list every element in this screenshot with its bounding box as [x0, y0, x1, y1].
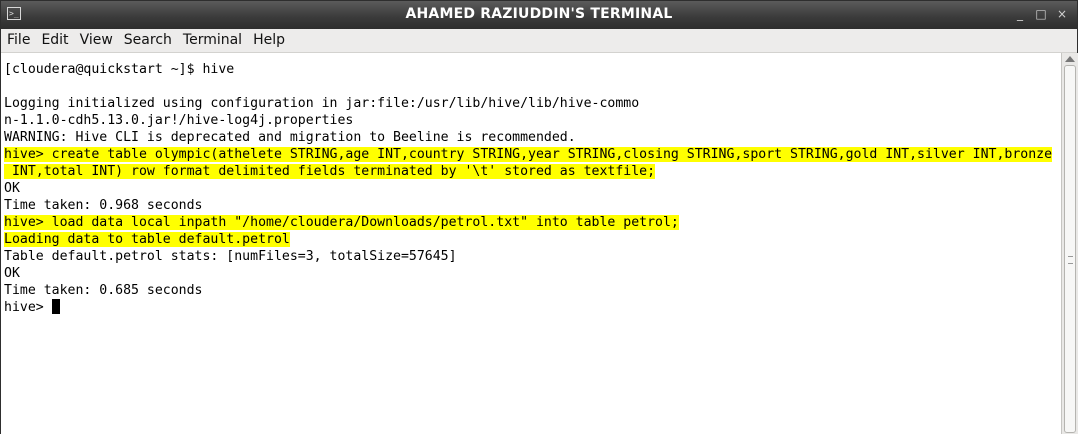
terminal-text: Logging initialized using configuration … [4, 96, 640, 111]
terminal-line: OK [4, 265, 20, 282]
terminal-line: Table default.petrol stats: [numFiles=3,… [4, 248, 457, 265]
menu-file[interactable]: File [1, 29, 35, 50]
terminal-line: [cloudera@quickstart ~]$ hive [4, 61, 234, 78]
menu-view[interactable]: View [74, 29, 118, 50]
terminal-line: INT,total INT) row format delimited fiel… [4, 163, 656, 180]
terminal-text: n-1.1.0-cdh5.13.0.jar!/hive-log4j.proper… [4, 113, 354, 128]
terminal-line: hive> [4, 299, 60, 316]
terminal-output[interactable]: [cloudera@quickstart ~]$ hive Logging ini… [1, 53, 1061, 435]
terminal-text: hive> [4, 300, 52, 315]
scrollbar-thumb[interactable] [1064, 65, 1076, 433]
highlighted-text: INT,total INT) row format delimited fiel… [4, 164, 656, 179]
terminal-line: n-1.1.0-cdh5.13.0.jar!/hive-log4j.proper… [4, 112, 353, 129]
terminal-line: WARNING: Hive CLI is deprecated and migr… [4, 129, 576, 146]
menu-terminal[interactable]: Terminal [177, 29, 247, 50]
terminal-line: OK [4, 180, 20, 197]
terminal-text: Table default.petrol stats: [numFiles=3,… [4, 249, 457, 264]
close-button[interactable]: × [1053, 5, 1071, 23]
terminal-window: >_ AHAMED RAZIUDDIN'S TERMINAL _ □ × Fil… [0, 0, 1078, 435]
terminal-text: [cloudera@quickstart ~]$ hive [4, 62, 235, 77]
window-title: AHAMED RAZIUDDIN'S TERMINAL [405, 6, 673, 22]
terminal-line: Loading data to table default.petrol [4, 231, 290, 248]
terminal-line: Logging initialized using configuration … [4, 95, 639, 112]
grip-icon [1068, 256, 1073, 264]
terminal-text: OK [4, 181, 20, 196]
terminal-text: WARNING: Hive CLI is deprecated and migr… [4, 130, 576, 145]
terminal-text: Time taken: 0.968 seconds [4, 198, 203, 213]
minimize-button[interactable]: _ [1011, 5, 1029, 23]
menu-search[interactable]: Search [118, 29, 177, 50]
terminal-text: Time taken: 0.685 seconds [4, 283, 203, 298]
highlighted-text: Loading data to table default.petrol [4, 232, 290, 247]
vertical-scrollbar[interactable] [1061, 53, 1078, 434]
terminal-line: hive> create table olympic(athelete STRI… [4, 146, 1053, 163]
highlighted-text: hive> load data local inpath "/home/clou… [4, 215, 679, 230]
text-cursor [51, 299, 60, 314]
terminal-line: Time taken: 0.685 seconds [4, 282, 203, 299]
highlighted-text: hive> create table olympic(athelete STRI… [4, 147, 1053, 162]
terminal-line: hive> load data local inpath "/home/clou… [4, 214, 679, 231]
scroll-up-arrow-icon[interactable] [1065, 56, 1075, 62]
terminal-text: OK [4, 266, 20, 281]
menu-bar: File Edit View Search Terminal Help [1, 29, 1077, 53]
menu-help[interactable]: Help [247, 29, 290, 50]
maximize-button[interactable]: □ [1032, 5, 1050, 23]
menu-edit[interactable]: Edit [35, 29, 73, 50]
title-bar[interactable]: >_ AHAMED RAZIUDDIN'S TERMINAL _ □ × [1, 1, 1077, 29]
terminal-line: Time taken: 0.968 seconds [4, 197, 203, 214]
